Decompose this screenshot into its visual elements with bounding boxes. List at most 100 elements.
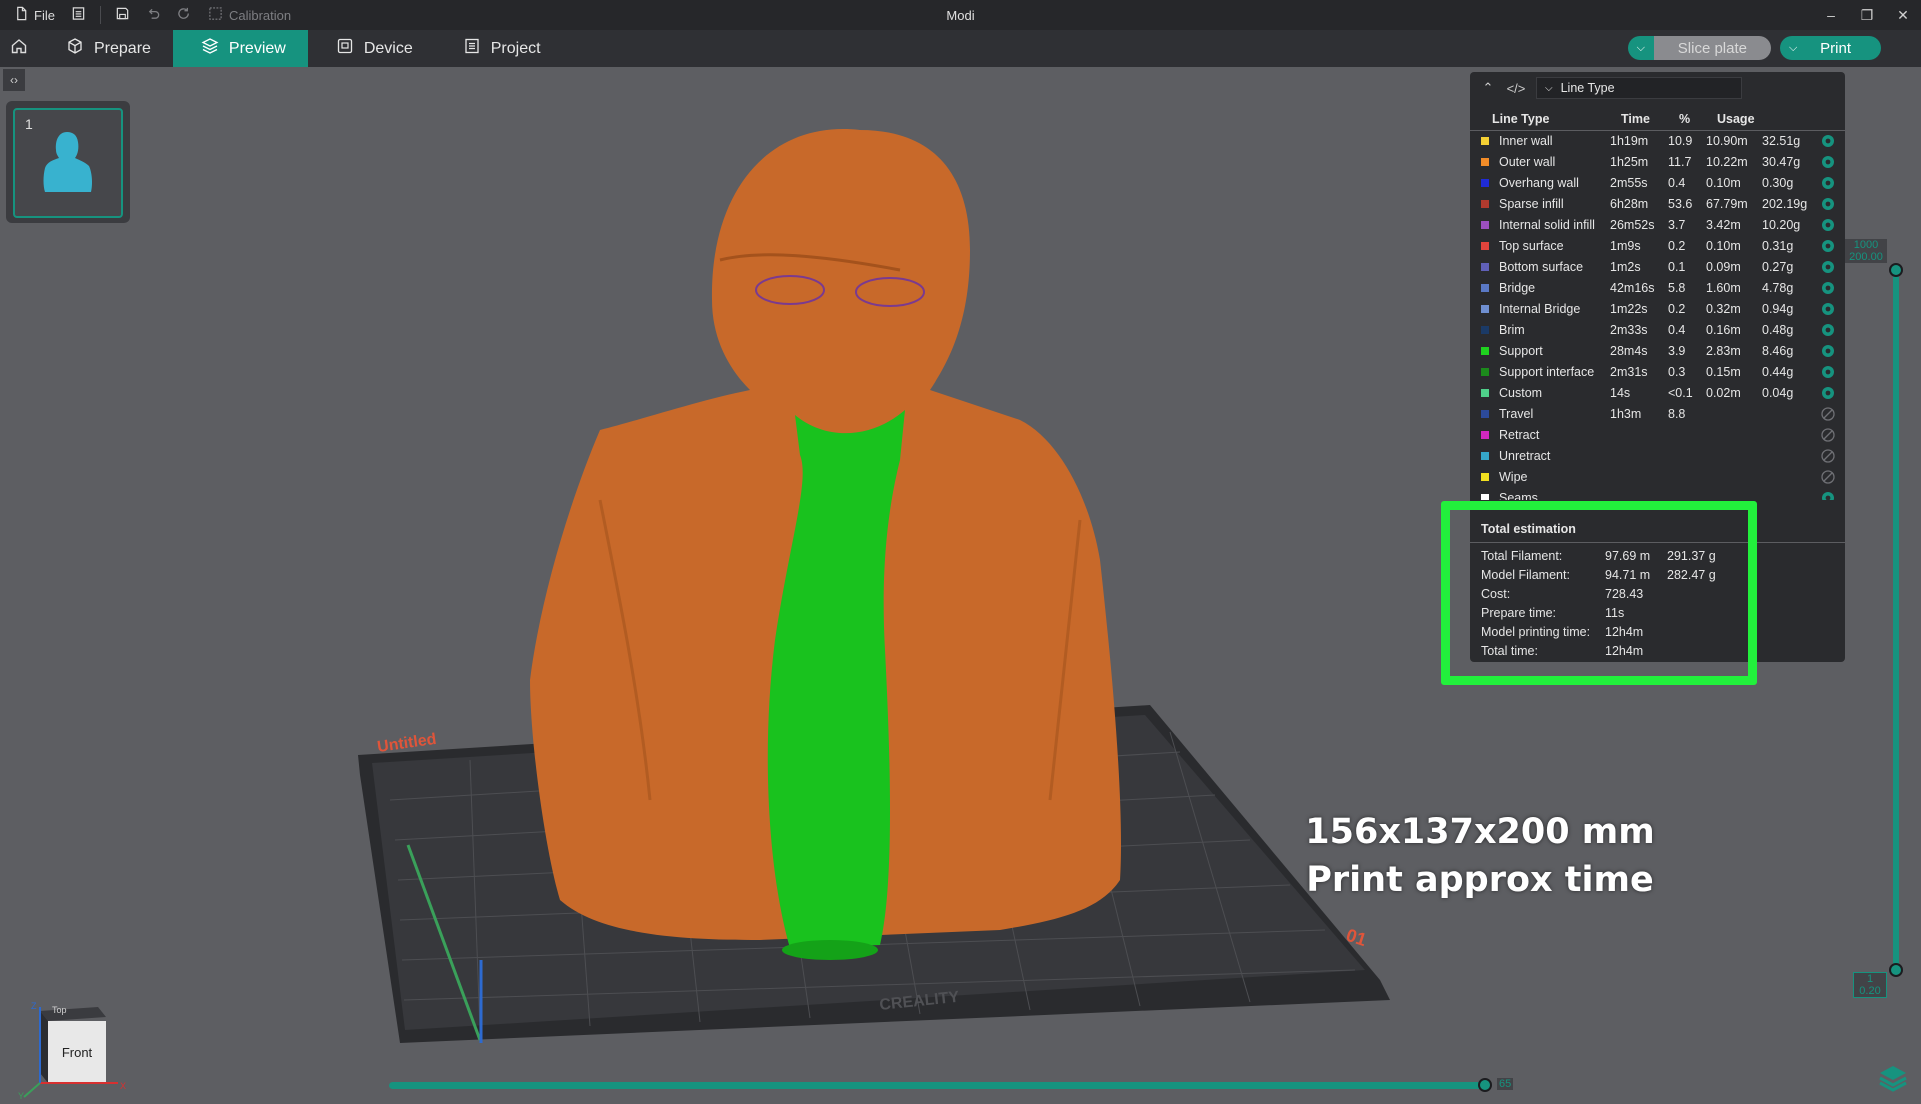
visibility-eye-icon[interactable] (1818, 260, 1838, 274)
undo-button[interactable] (138, 0, 169, 30)
visibility-eye-icon[interactable] (1818, 386, 1838, 400)
restore-button[interactable]: ❐ (1849, 0, 1885, 30)
layer-slider-bottom-handle[interactable] (1889, 963, 1903, 977)
legend-cell-pct: 0.1 (1668, 259, 1686, 274)
legend-cell-weight: 0.04g (1762, 385, 1794, 400)
tab-preview-label: Preview (228, 39, 286, 57)
svg-text:Z: Z (31, 1001, 37, 1011)
legend-row[interactable]: Outer wall 1h25m 11.7 10.22m 30.47g (1470, 151, 1845, 172)
layer-slider-track[interactable] (1893, 267, 1899, 970)
tab-device[interactable]: Device (308, 30, 435, 67)
legend-row[interactable]: Wipe (1470, 466, 1845, 487)
collapse-legend-button[interactable]: ⌃ (1474, 74, 1502, 102)
legend-cell-name: Retract (1499, 427, 1540, 442)
legend-cell-time: 2m55s (1610, 175, 1648, 190)
visibility-eye-icon[interactable] (1818, 197, 1838, 211)
legend-row[interactable]: Bottom surface 1m2s 0.1 0.09m 0.27g (1470, 256, 1845, 277)
legend-row[interactable]: Support interface 2m31s 0.3 0.15m 0.44g (1470, 361, 1845, 382)
legend-cell-length: 3.42m (1706, 217, 1741, 232)
layer-slider-top-handle[interactable] (1889, 263, 1903, 277)
calibration-button[interactable]: Calibration (200, 0, 299, 30)
legend-row[interactable]: Seams (1470, 487, 1845, 500)
visibility-eye-icon[interactable] (1818, 323, 1838, 337)
legend-row[interactable]: Support 28m4s 3.9 2.83m 8.46g (1470, 340, 1845, 361)
visibility-hidden-icon[interactable] (1818, 427, 1838, 442)
tab-prepare[interactable]: Prepare (38, 30, 173, 67)
legend-row[interactable]: Brim 2m33s 0.4 0.16m 0.48g (1470, 319, 1845, 340)
legend-rows[interactable]: Inner wall 1h19m 10.9 10.90m 32.51g Outer wal… (1470, 130, 1845, 500)
file-menu-label: File (34, 7, 55, 23)
view-type-value: Line Type (1560, 81, 1615, 95)
legend-row[interactable]: Internal solid infill 26m52s 3.7 3.42m 10.20… (1470, 214, 1845, 235)
slice-plate-button[interactable]: Slice plate (1653, 36, 1771, 60)
color-swatch-cell (1470, 136, 1499, 145)
legend-row[interactable]: Top surface 1m9s 0.2 0.10m 0.31g (1470, 235, 1845, 256)
view-type-dropdown[interactable]: ⌵ Line Type (1536, 77, 1742, 99)
visibility-hidden-icon[interactable] (1818, 406, 1838, 421)
minimize-button[interactable]: – (1813, 0, 1849, 30)
close-button[interactable]: ✕ (1885, 0, 1921, 30)
gcode-view-button[interactable]: </> (1502, 74, 1530, 102)
print-button[interactable]: Print (1806, 36, 1881, 60)
visibility-eye-icon[interactable] (1818, 281, 1838, 295)
legend-cell-length: 0.10m (1706, 175, 1741, 190)
home-button[interactable] (0, 30, 38, 67)
visibility-eye-icon[interactable] (1818, 218, 1838, 232)
layers-toggle-button[interactable] (1875, 1060, 1911, 1096)
color-swatch-cell (1470, 430, 1499, 439)
legend-cell-weight: 10.20g (1762, 217, 1801, 232)
color-swatch (1481, 178, 1489, 187)
legend-cell-time: 1m9s (1610, 238, 1641, 253)
legend-cell-pct: 0.2 (1668, 301, 1686, 316)
legend-cell-weight: 0.48g (1762, 322, 1794, 337)
legend-cell-time: 1h3m (1610, 406, 1642, 421)
legend-row[interactable]: Custom 14s <0.1 0.02m 0.04g (1470, 382, 1845, 403)
view-cube[interactable]: Top Front Z X Y (18, 999, 128, 1101)
legend-row[interactable]: Overhang wall 2m55s 0.4 0.10m 0.30g (1470, 172, 1845, 193)
plate-thumbnail[interactable]: 1 (6, 101, 130, 223)
legend-cell-time: 1m2s (1610, 259, 1641, 274)
move-slider-track[interactable] (389, 1082, 1485, 1089)
legend-row[interactable]: Internal Bridge 1m22s 0.2 0.32m 0.94g (1470, 298, 1845, 319)
save-button[interactable] (107, 0, 138, 30)
legend-cell-weight: 32.51g (1762, 133, 1801, 148)
file-menu[interactable]: File (0, 0, 63, 30)
visibility-eye-icon[interactable] (1818, 365, 1838, 379)
bust-thumbnail-icon (43, 132, 93, 192)
legend-row[interactable]: Sparse infill 6h28m 53.6 67.79m 202.19g (1470, 193, 1845, 214)
move-slider-handle[interactable] (1478, 1078, 1492, 1092)
visibility-eye-icon[interactable] (1818, 134, 1838, 148)
legend-cell-pct: 3.7 (1668, 217, 1686, 232)
visibility-eye-icon[interactable] (1818, 176, 1838, 190)
visibility-eye-icon[interactable] (1818, 155, 1838, 169)
legend-row[interactable]: Inner wall 1h19m 10.9 10.90m 32.51g (1470, 130, 1845, 151)
legend-cell-length: 0.10m (1706, 238, 1741, 253)
legend-row[interactable]: Bridge 42m16s 5.8 1.60m 4.78g (1470, 277, 1845, 298)
slice-options-dropdown[interactable]: ⌵ (1627, 36, 1654, 60)
print-options-dropdown[interactable]: ⌵ (1780, 36, 1807, 60)
tab-preview[interactable]: Preview (172, 30, 308, 67)
visibility-eye-icon[interactable] (1818, 344, 1838, 358)
color-swatch-cell (1470, 157, 1499, 166)
legend-cell-time: 28m4s (1610, 343, 1648, 358)
legend-row[interactable]: Unretract (1470, 445, 1845, 466)
legend-cell-name: Custom (1499, 385, 1543, 400)
plate-thumbnail-frame[interactable]: 1 (13, 108, 123, 218)
legend-cell-name: Internal solid infill (1499, 217, 1595, 232)
legend-row[interactable]: Travel 1h3m 8.8 (1470, 403, 1845, 424)
redo-icon (177, 6, 192, 24)
legend-cell-weight: 202.19g (1762, 196, 1808, 211)
menu-button[interactable] (63, 0, 94, 30)
redo-button[interactable] (169, 0, 200, 30)
visibility-eye-icon[interactable] (1818, 302, 1838, 316)
legend-cell-weight: 0.31g (1762, 238, 1794, 253)
visibility-hidden-icon[interactable] (1818, 448, 1838, 463)
svg-text:Y: Y (18, 1091, 24, 1099)
tab-project[interactable]: Project (435, 30, 563, 67)
sidebar-toggle-button[interactable]: ‹› (3, 69, 25, 91)
visibility-eye-icon[interactable] (1818, 491, 1838, 500)
legend-row[interactable]: Retract (1470, 424, 1845, 445)
visibility-eye-icon[interactable] (1818, 239, 1838, 253)
visibility-hidden-icon[interactable] (1818, 469, 1838, 484)
annotation-dimensions: 156x137x200 mm (1305, 812, 1655, 852)
